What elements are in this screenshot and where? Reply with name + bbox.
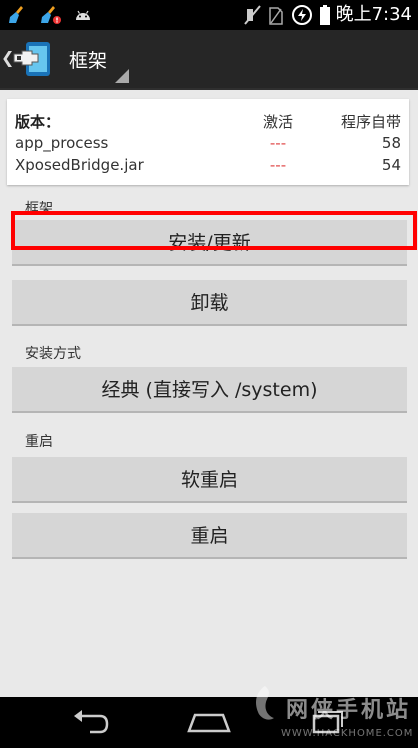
version-row-app-process: app_process --- 58 xyxy=(15,134,401,154)
android-icon xyxy=(76,10,90,20)
bundled-version: 54 xyxy=(381,156,401,174)
uninstall-button[interactable]: 卸载 xyxy=(12,280,407,326)
broom-alert-icon xyxy=(41,6,61,24)
watermark: 网侠手机站 xyxy=(248,684,411,724)
notification-icons xyxy=(8,5,92,25)
data-saver-icon xyxy=(291,5,312,25)
mute-icon xyxy=(243,5,261,25)
version-card: 版本： 激活 程序自带 app_process --- 58 XposedBri… xyxy=(7,99,409,185)
component-name: XposedBridge.jar xyxy=(15,156,144,174)
watermark-text: 网侠手机站 xyxy=(286,698,412,723)
home-icon[interactable] xyxy=(186,707,232,737)
system-icons: 晚上7:34 xyxy=(243,3,412,27)
bundled-version: 58 xyxy=(381,134,401,152)
status-bar: 晚上7:34 xyxy=(0,0,418,30)
active-header-label: 激活 xyxy=(262,113,293,131)
version-row-xposedbridge: XposedBridge.jar --- 54 xyxy=(15,156,401,176)
watermark-logo-icon xyxy=(256,686,274,720)
version-header-row: 版本： 激活 程序自带 xyxy=(15,111,401,131)
version-header-label: 版本： xyxy=(15,113,61,131)
clock: 晚上7:34 xyxy=(335,4,412,25)
home-up-button[interactable]: ❮ xyxy=(0,30,62,88)
soft-reboot-button[interactable]: 软重启 xyxy=(12,457,407,503)
install-method-select[interactable]: 经典 (直接写入 /system) xyxy=(12,367,407,413)
battery-icon xyxy=(319,5,330,25)
restart-section-label: 重启 xyxy=(25,434,53,450)
install-update-button[interactable]: 安装/更新 xyxy=(12,220,407,266)
page-title: 框架 xyxy=(69,50,108,72)
action-bar: ❮ 框架 xyxy=(0,30,418,90)
reboot-button[interactable]: 重启 xyxy=(12,513,407,559)
spinner-corner-icon[interactable] xyxy=(115,69,129,83)
back-icon[interactable] xyxy=(70,707,110,737)
install-method-section-label: 安装方式 xyxy=(25,346,81,362)
component-name: app_process xyxy=(15,134,109,152)
xposed-app-icon xyxy=(13,42,50,76)
sim-icon xyxy=(268,7,283,25)
active-version: --- xyxy=(269,156,287,174)
own-header-label: 程序自带 xyxy=(340,113,401,131)
active-version: --- xyxy=(269,134,287,152)
watermark-url: WWW.HACKHOME.COM xyxy=(281,728,414,739)
framework-section-label: 框架 xyxy=(25,201,53,217)
broom-icon xyxy=(9,6,23,23)
